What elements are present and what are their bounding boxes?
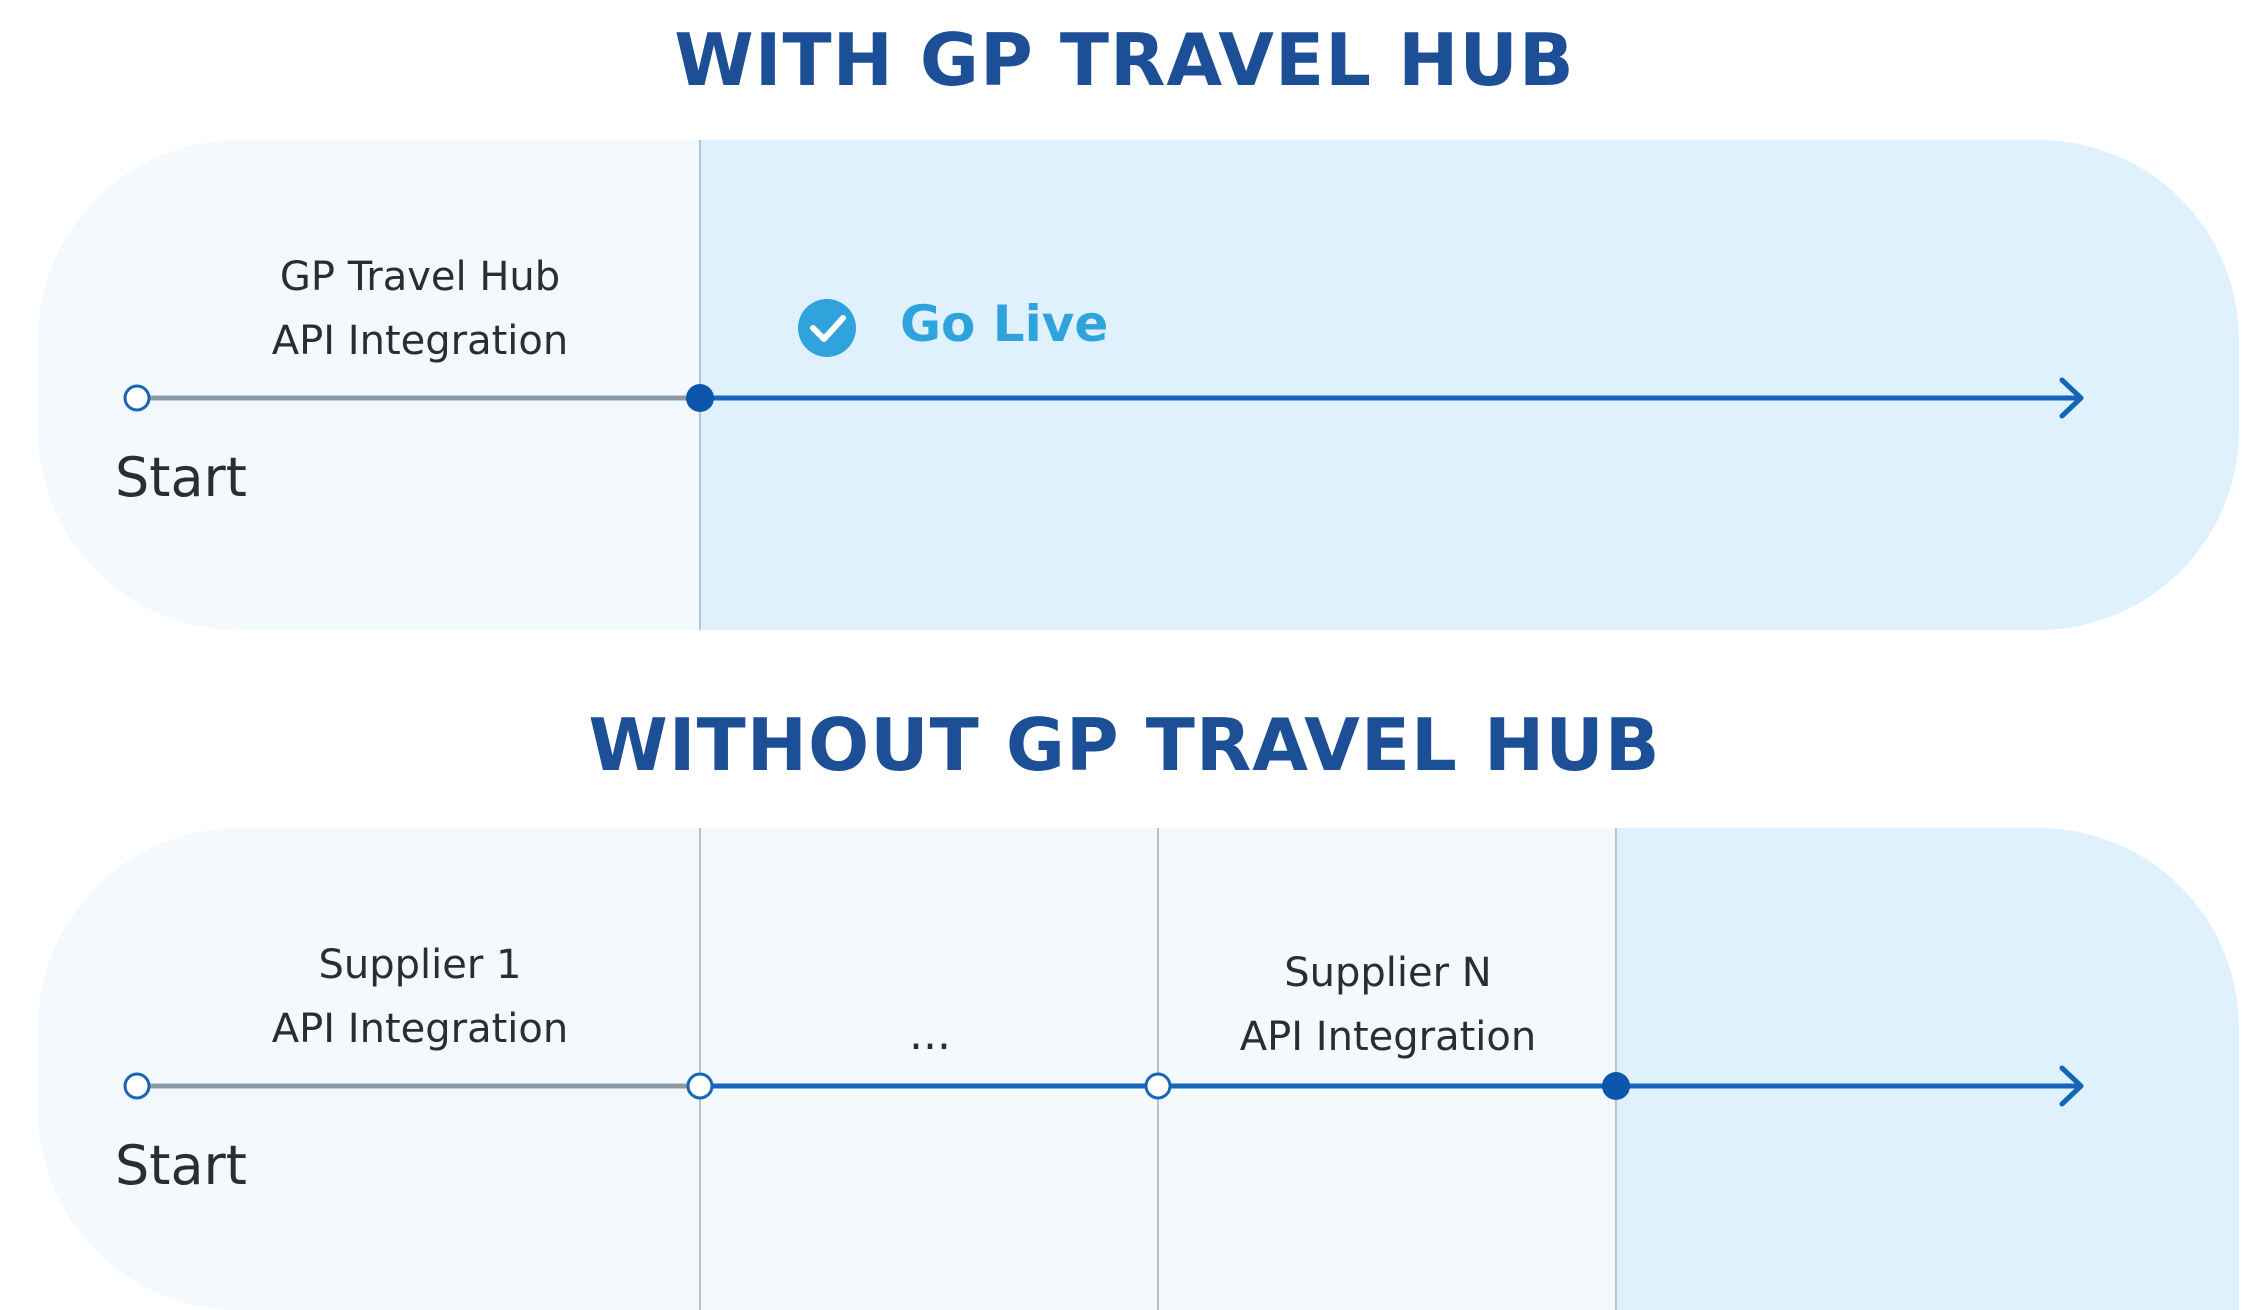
gp-hub-integration-label: GP Travel Hub API Integration [255,245,585,373]
start-label: Start [115,1134,247,1197]
start-node [123,384,151,412]
without-section-title: WITHOUT GP TRAVEL HUB [588,703,1661,787]
step-label-line: API Integration [1239,1014,1537,1060]
step-label-line: API Integration [271,318,569,364]
step-label-line: API Integration [271,1006,569,1052]
step-label-line: GP Travel Hub [279,254,561,300]
ellipsis-label: ... [909,1009,951,1060]
go-live-label: Go Live [900,295,1109,353]
go-live-node [1602,1072,1630,1100]
start-label: Start [115,446,247,509]
supplier-1-node [686,1072,714,1100]
start-node [123,1072,151,1100]
go-live-node [686,384,714,412]
step-label-line: Supplier 1 [318,942,522,988]
supplier-n-integration-label: Supplier N API Integration [1223,941,1553,1069]
step-label-line: Supplier N [1284,950,1492,996]
check-circle-icon [798,299,856,357]
timeline-diagram [123,140,2084,1310]
supplier-1-integration-label: Supplier 1 API Integration [255,933,585,1061]
supplier-n-node [1144,1072,1172,1100]
